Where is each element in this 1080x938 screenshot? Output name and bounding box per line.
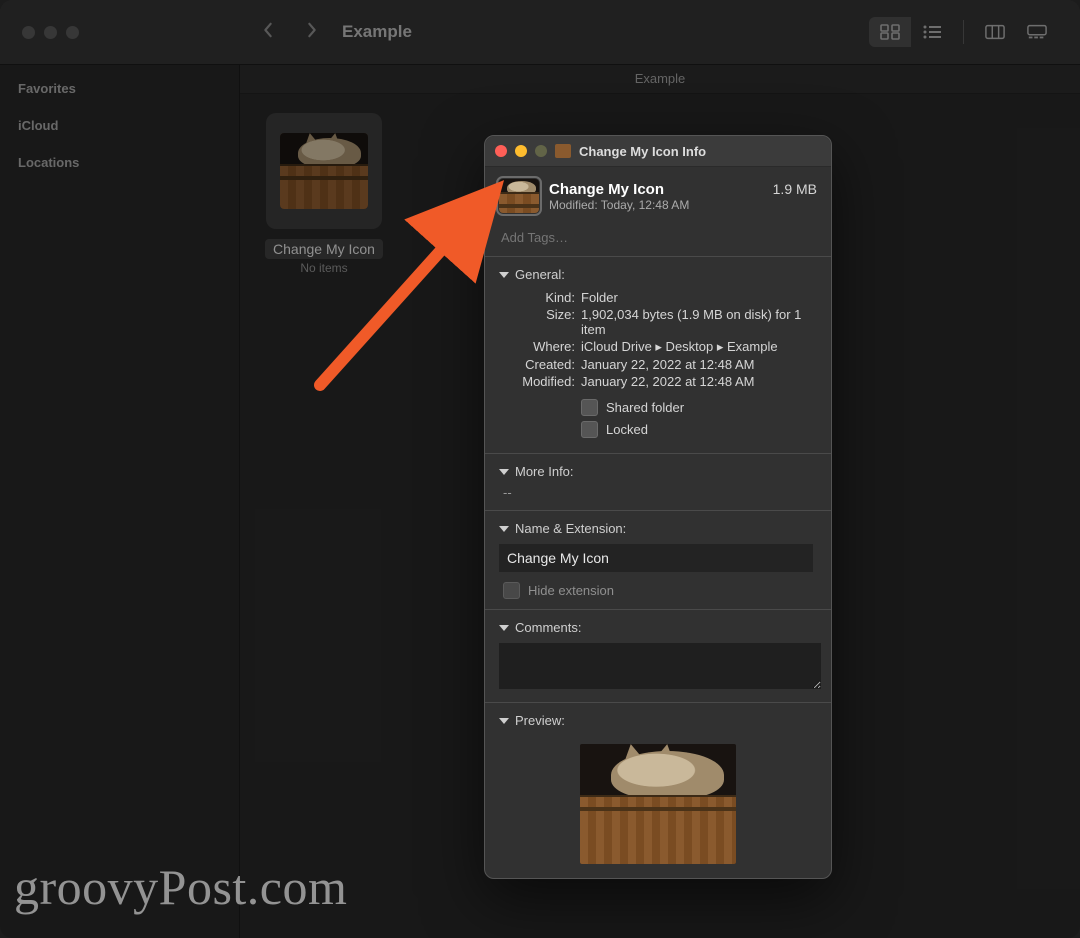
sidebar-section-icloud[interactable]: iCloud [18, 118, 221, 133]
info-tags-row [485, 221, 831, 256]
info-titlebar[interactable]: Change My Icon Info [485, 136, 831, 167]
column-view-button[interactable] [974, 17, 1016, 47]
chevron-down-icon [499, 469, 509, 475]
kind-value: Folder [581, 290, 618, 305]
close-icon[interactable] [22, 26, 35, 39]
preview-image [580, 744, 736, 864]
info-section-comments: Comments: [485, 609, 831, 702]
locked-checkbox[interactable]: Locked [581, 421, 817, 438]
folder-custom-icon [280, 133, 368, 209]
disclosure-moreinfo[interactable]: More Info: [499, 464, 817, 479]
chevron-down-icon [499, 625, 509, 631]
gallery-view-button[interactable] [1016, 17, 1058, 47]
sidebar-section-locations[interactable]: Locations [18, 155, 221, 170]
locked-label: Locked [606, 422, 648, 437]
kind-label: Kind: [499, 290, 581, 305]
folder-item[interactable]: Change My Icon No items [254, 113, 394, 275]
get-info-window: Change My Icon Info Change My Icon Modif… [484, 135, 832, 879]
section-label: More Info: [515, 464, 574, 479]
info-large-icon[interactable] [499, 179, 539, 213]
where-value: iCloud Drive ▸ Desktop ▸ Example [581, 339, 778, 355]
modified-value: January 22, 2022 at 12:48 AM [581, 374, 754, 389]
chevron-down-icon [499, 526, 509, 532]
finder-sidebar: Favorites iCloud Locations [0, 65, 240, 938]
list-view-button[interactable] [911, 17, 953, 47]
checkbox-icon [581, 399, 598, 416]
section-label: Preview: [515, 713, 565, 728]
hide-extension-checkbox[interactable]: Hide extension [503, 582, 817, 599]
icon-view-button[interactable] [869, 17, 911, 47]
shared-folder-checkbox[interactable]: Shared folder [581, 399, 817, 416]
name-extension-input[interactable] [499, 544, 813, 572]
info-section-general: General: Kind:Folder Size:1,902,034 byte… [485, 256, 831, 453]
info-window-title: Change My Icon Info [579, 144, 821, 159]
back-button[interactable] [258, 22, 278, 43]
created-label: Created: [499, 357, 581, 372]
info-section-moreinfo: More Info: -- [485, 453, 831, 510]
checkbox-icon [581, 421, 598, 438]
info-size: 1.9 MB [773, 181, 817, 197]
chevron-down-icon [499, 718, 509, 724]
comments-input[interactable] [499, 643, 821, 689]
info-proxy-icon[interactable] [555, 144, 571, 158]
add-tags-input[interactable] [499, 229, 821, 246]
disclosure-nameext[interactable]: Name & Extension: [499, 521, 817, 536]
finder-title: Example [342, 22, 412, 42]
created-value: January 22, 2022 at 12:48 AM [581, 357, 754, 372]
finder-titlebar: Example [0, 0, 1080, 65]
divider [963, 20, 964, 44]
where-label: Where: [499, 339, 581, 354]
disclosure-general[interactable]: General: [499, 267, 817, 282]
chevron-down-icon [499, 272, 509, 278]
folder-item-subtitle: No items [254, 261, 394, 275]
hide-extension-label: Hide extension [528, 583, 614, 598]
finder-traffic-lights[interactable] [0, 26, 240, 39]
zoom-icon[interactable] [535, 145, 547, 157]
info-section-nameext: Name & Extension: Hide extension [485, 510, 831, 609]
moreinfo-value: -- [499, 479, 817, 500]
size-value: 1,902,034 bytes (1.9 MB on disk) for 1 i… [581, 307, 817, 337]
modified-label: Modified: [499, 374, 581, 389]
zoom-icon[interactable] [66, 26, 79, 39]
section-label: Comments: [515, 620, 581, 635]
folder-item-name: Change My Icon [265, 239, 383, 259]
section-label: Name & Extension: [515, 521, 626, 536]
info-traffic-lights [495, 145, 547, 157]
disclosure-preview[interactable]: Preview: [499, 713, 817, 728]
info-header: Change My Icon Modified: Today, 12:48 AM… [485, 167, 831, 221]
size-label: Size: [499, 307, 581, 322]
disclosure-comments[interactable]: Comments: [499, 620, 817, 635]
info-item-name: Change My Icon [549, 181, 763, 198]
checkbox-icon [503, 582, 520, 599]
shared-folder-label: Shared folder [606, 400, 684, 415]
info-section-preview: Preview: [485, 702, 831, 878]
close-icon[interactable] [495, 145, 507, 157]
minimize-icon[interactable] [44, 26, 57, 39]
path-bar[interactable]: Example [240, 65, 1080, 94]
minimize-icon[interactable] [515, 145, 527, 157]
view-switcher [869, 17, 1080, 47]
forward-button[interactable] [302, 22, 322, 43]
info-modified-line: Modified: Today, 12:48 AM [549, 198, 763, 212]
watermark-text: groovyPost.com [14, 858, 347, 916]
section-label: General: [515, 267, 565, 282]
sidebar-section-favorites[interactable]: Favorites [18, 81, 221, 96]
